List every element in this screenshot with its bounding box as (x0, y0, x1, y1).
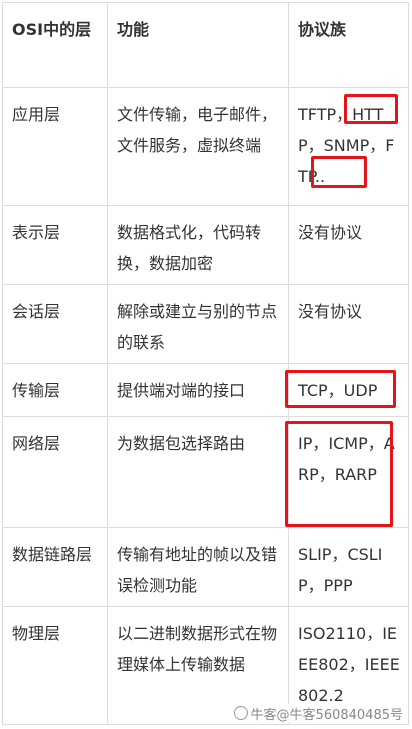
protocols-cell-network: IP，ICMP，ARP，RARP (285, 416, 409, 528)
protocols-cell: 没有协议 (288, 205, 409, 285)
protocols-cell-transport: TCP，UDP (285, 363, 409, 417)
layer-cell: 网络层 (2, 416, 108, 528)
layer-cell: 传输层 (2, 363, 108, 417)
table-row: 会话层 解除或建立与别的节点的联系 没有协议 (2, 284, 409, 364)
watermark-logo-icon (233, 706, 248, 720)
header-function: 功能 (107, 2, 289, 88)
layer-cell: 应用层 (2, 87, 108, 206)
layer-cell: 会话层 (2, 284, 108, 364)
header-protocols: 协议族 (288, 2, 409, 88)
table-row: 传输层 提供端对端的接口 TCP，UDP (2, 363, 409, 417)
osi-protocol-table: OSI中的层 功能 协议族 应用层 文件传输，电子邮件，文件服务，虚拟终端 TF… (2, 2, 409, 725)
table-row: 数据链路层 传输有地址的帧以及错误检测功能 SLIP，CSLIP，PPP (2, 527, 409, 607)
function-cell: 数据格式化，代码转换，数据加密 (107, 205, 289, 285)
function-cell: 为数据包选择路由 (107, 416, 289, 528)
layer-cell: 物理层 (2, 606, 108, 725)
protocols-cell-application: TFTP，HTTP，SNMP，FTP.. (288, 87, 409, 206)
protocols-text: IP，ICMP，ARP，RARP (298, 434, 395, 484)
protocols-text: TFTP，HTTP，SNMP，FTP.. (298, 105, 395, 186)
function-cell: 传输有地址的帧以及错误检测功能 (107, 527, 289, 607)
watermark: 牛客@牛客560840485号 (230, 704, 406, 723)
layer-cell: 表示层 (2, 205, 108, 285)
function-cell: 提供端对端的接口 (107, 363, 289, 417)
watermark-text: 牛客@牛客560840485号 (250, 708, 403, 723)
table-row: 网络层 为数据包选择路由 IP，ICMP，ARP，RARP (2, 416, 409, 528)
table-row: 表示层 数据格式化，代码转换，数据加密 没有协议 (2, 205, 409, 285)
table-row: 应用层 文件传输，电子邮件，文件服务，虚拟终端 TFTP，HTTP，SNMP，F… (2, 87, 409, 206)
header-layer: OSI中的层 (2, 2, 108, 88)
protocols-cell: SLIP，CSLIP，PPP (288, 527, 409, 607)
header-row: OSI中的层 功能 协议族 (2, 2, 409, 88)
protocols-cell: 没有协议 (288, 284, 409, 364)
function-cell: 解除或建立与别的节点的联系 (107, 284, 289, 364)
protocols-text: TCP，UDP (298, 381, 378, 400)
layer-cell: 数据链路层 (2, 527, 108, 607)
function-cell: 文件传输，电子邮件，文件服务，虚拟终端 (107, 87, 289, 206)
